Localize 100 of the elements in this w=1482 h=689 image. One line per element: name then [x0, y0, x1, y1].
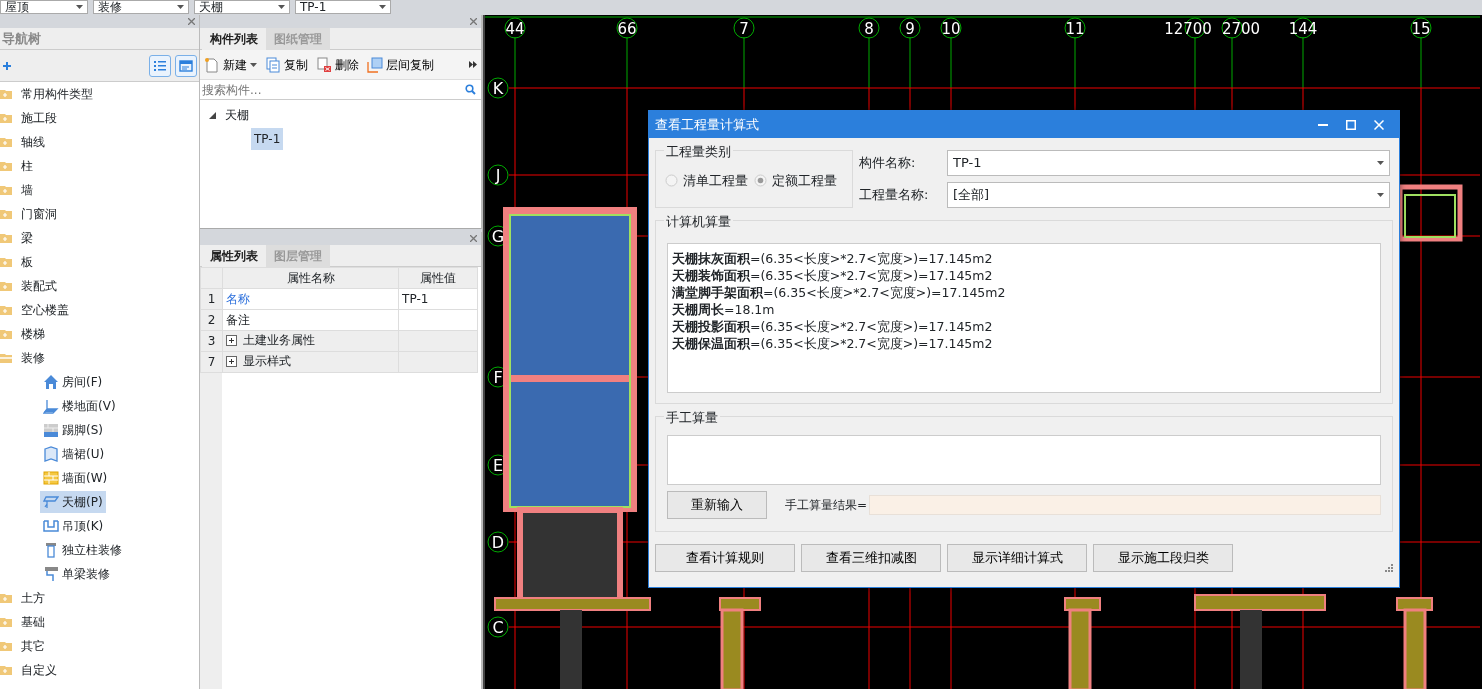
close-icon[interactable] — [470, 18, 477, 25]
tree-item[interactable]: 空心楼盖 — [18, 299, 72, 321]
tree-item[interactable]: 墙 — [18, 179, 36, 201]
tree-item[interactable]: 土方 — [18, 587, 48, 609]
dialog-button[interactable]: 显示详细计算式 — [947, 544, 1087, 572]
panel-title: 导航树 — [0, 28, 199, 50]
column-icon — [43, 542, 59, 558]
input-field[interactable] — [667, 435, 1381, 485]
tree-item[interactable]: 施工段 — [18, 107, 60, 129]
dropdown-field[interactable]: TP-1 — [295, 0, 391, 14]
tree-item[interactable]: 独立柱装修 — [40, 539, 125, 561]
tree-item[interactable]: 自定义 — [18, 659, 60, 681]
suspended-ceiling-icon — [43, 518, 59, 534]
dialog-button[interactable]: 查看计算规则 — [655, 544, 795, 572]
dropdown-caret-icon — [1377, 193, 1384, 197]
copy-icon — [265, 56, 281, 73]
table-cell: 备注 — [222, 309, 399, 331]
close-icon[interactable] — [470, 235, 477, 242]
radio-option[interactable]: 清单工程量 — [665, 171, 748, 191]
dropdown-field[interactable]: 装修 — [93, 0, 189, 14]
dropdown-caret-icon — [379, 5, 386, 9]
search-icon[interactable] — [465, 84, 476, 95]
tree-item[interactable]: 踢脚(S) — [40, 419, 106, 441]
house-icon — [43, 374, 59, 390]
formula-line: 满堂脚手架面积=(6.35<长度>*2.7<宽度>)=17.145m2 — [672, 284, 1007, 301]
list-view-button[interactable] — [149, 54, 171, 77]
panel-view-button[interactable] — [175, 54, 197, 77]
radio-button[interactable] — [665, 174, 678, 188]
expand-plus-icon[interactable] — [226, 355, 237, 367]
field-label: 工程量名称: — [859, 186, 930, 205]
dropdown-field[interactable]: 屋顶 — [0, 0, 88, 14]
new-document-icon — [204, 56, 220, 73]
radio-button[interactable] — [754, 174, 767, 188]
tree-item[interactable]: 柱 — [18, 155, 36, 177]
formula-line: 天棚保温面积=(6.35<长度>*2.7<宽度>)=17.145m2 — [672, 335, 994, 352]
add-icon — [2, 60, 12, 71]
maximize-icon — [1346, 119, 1356, 130]
tree-item[interactable]: 天棚 — [222, 104, 252, 126]
baseboard-icon — [43, 422, 59, 438]
expand-arrow-icon[interactable] — [209, 111, 216, 119]
formula-line: 天棚周长=18.1m — [672, 301, 776, 318]
tree-item[interactable]: 装修 — [18, 347, 48, 369]
tree-item[interactable]: 其它 — [18, 635, 48, 657]
tree-item[interactable]: 单梁装修 — [40, 563, 113, 585]
axis-label: 8 — [864, 20, 874, 38]
tree-item[interactable]: 轴线 — [18, 131, 48, 153]
tree-item[interactable]: 装配式 — [18, 275, 60, 297]
tree-item[interactable]: 常用构件类型 — [18, 83, 96, 105]
tree-item[interactable]: TP-1 — [251, 128, 284, 150]
toolbar-button[interactable]: 删除 — [316, 55, 359, 74]
delete-icon — [316, 56, 332, 73]
toolbar-button[interactable]: 新建 — [204, 55, 257, 74]
dropdown-field[interactable]: 天棚 — [194, 0, 290, 14]
axis-label: C — [492, 618, 504, 637]
window-icon — [179, 58, 193, 73]
wall-panel-icon — [43, 446, 59, 462]
tree-item[interactable]: 板 — [18, 251, 36, 273]
tree-item[interactable]: 房间(F) — [40, 371, 106, 393]
floor-slab-icon — [43, 398, 59, 414]
axis-label: 66 — [617, 20, 637, 38]
axis-label: J — [495, 166, 501, 185]
tree-item[interactable]: 梁 — [18, 227, 36, 249]
axis-label: G — [491, 227, 505, 246]
dialog-button[interactable]: 查看三维扣减图 — [801, 544, 941, 572]
reset-button[interactable]: 重新输入 — [667, 491, 767, 519]
column-header: 属性值 — [398, 267, 478, 289]
tree-item[interactable]: 楼梯 — [18, 323, 48, 345]
result-field[interactable] — [869, 495, 1381, 515]
more-icon[interactable] — [469, 61, 477, 68]
field-label: 构件名称: — [859, 154, 917, 173]
resize-grip-icon[interactable] — [1385, 564, 1393, 572]
minimize-icon — [1318, 123, 1328, 126]
dropdown-field[interactable]: TP-1 — [947, 150, 1390, 176]
dropdown-value: 屋顶 — [5, 1, 29, 13]
tree-item[interactable]: 基础 — [18, 611, 48, 633]
table-cell-text: 显示样式 — [243, 353, 291, 371]
dialog-button[interactable]: 显示施工段归类 — [1093, 544, 1233, 572]
close-icon[interactable] — [188, 18, 195, 25]
table-cell: 名称 — [222, 288, 399, 310]
tree-item[interactable]: 墙面(W) — [40, 467, 111, 489]
field-label: 手工算量结果= — [785, 497, 868, 514]
axis-label: 44 — [505, 20, 525, 38]
table-cell-text: 土建业务属性 — [243, 332, 315, 350]
expand-plus-icon[interactable] — [226, 334, 237, 346]
tree-item[interactable]: 楼地面(V) — [40, 395, 119, 417]
ceiling-icon — [43, 494, 59, 510]
tree-item[interactable]: 天棚(P) — [40, 491, 106, 513]
axis-label: 2700 — [1221, 20, 1261, 38]
dropdown-field[interactable]: [全部] — [947, 182, 1390, 208]
formula-line: 天棚投影面积=(6.35<长度>*2.7<宽度>)=17.145m2 — [672, 318, 994, 335]
tree-item[interactable]: 门窗洞 — [18, 203, 60, 225]
toolbar-button[interactable]: 层间复制 — [367, 55, 434, 74]
tree-item[interactable]: 墙裙(U) — [40, 443, 108, 465]
tree-item[interactable]: 吊顶(K) — [40, 515, 107, 537]
dropdown-caret-icon — [76, 5, 83, 9]
radio-option[interactable]: 定额工程量 — [754, 171, 837, 191]
toolbar-button[interactable]: 复制 — [265, 55, 308, 74]
dropdown-value: 天棚 — [199, 1, 223, 13]
axis-label: E — [492, 456, 504, 475]
dropdown-caret-icon — [177, 5, 184, 9]
